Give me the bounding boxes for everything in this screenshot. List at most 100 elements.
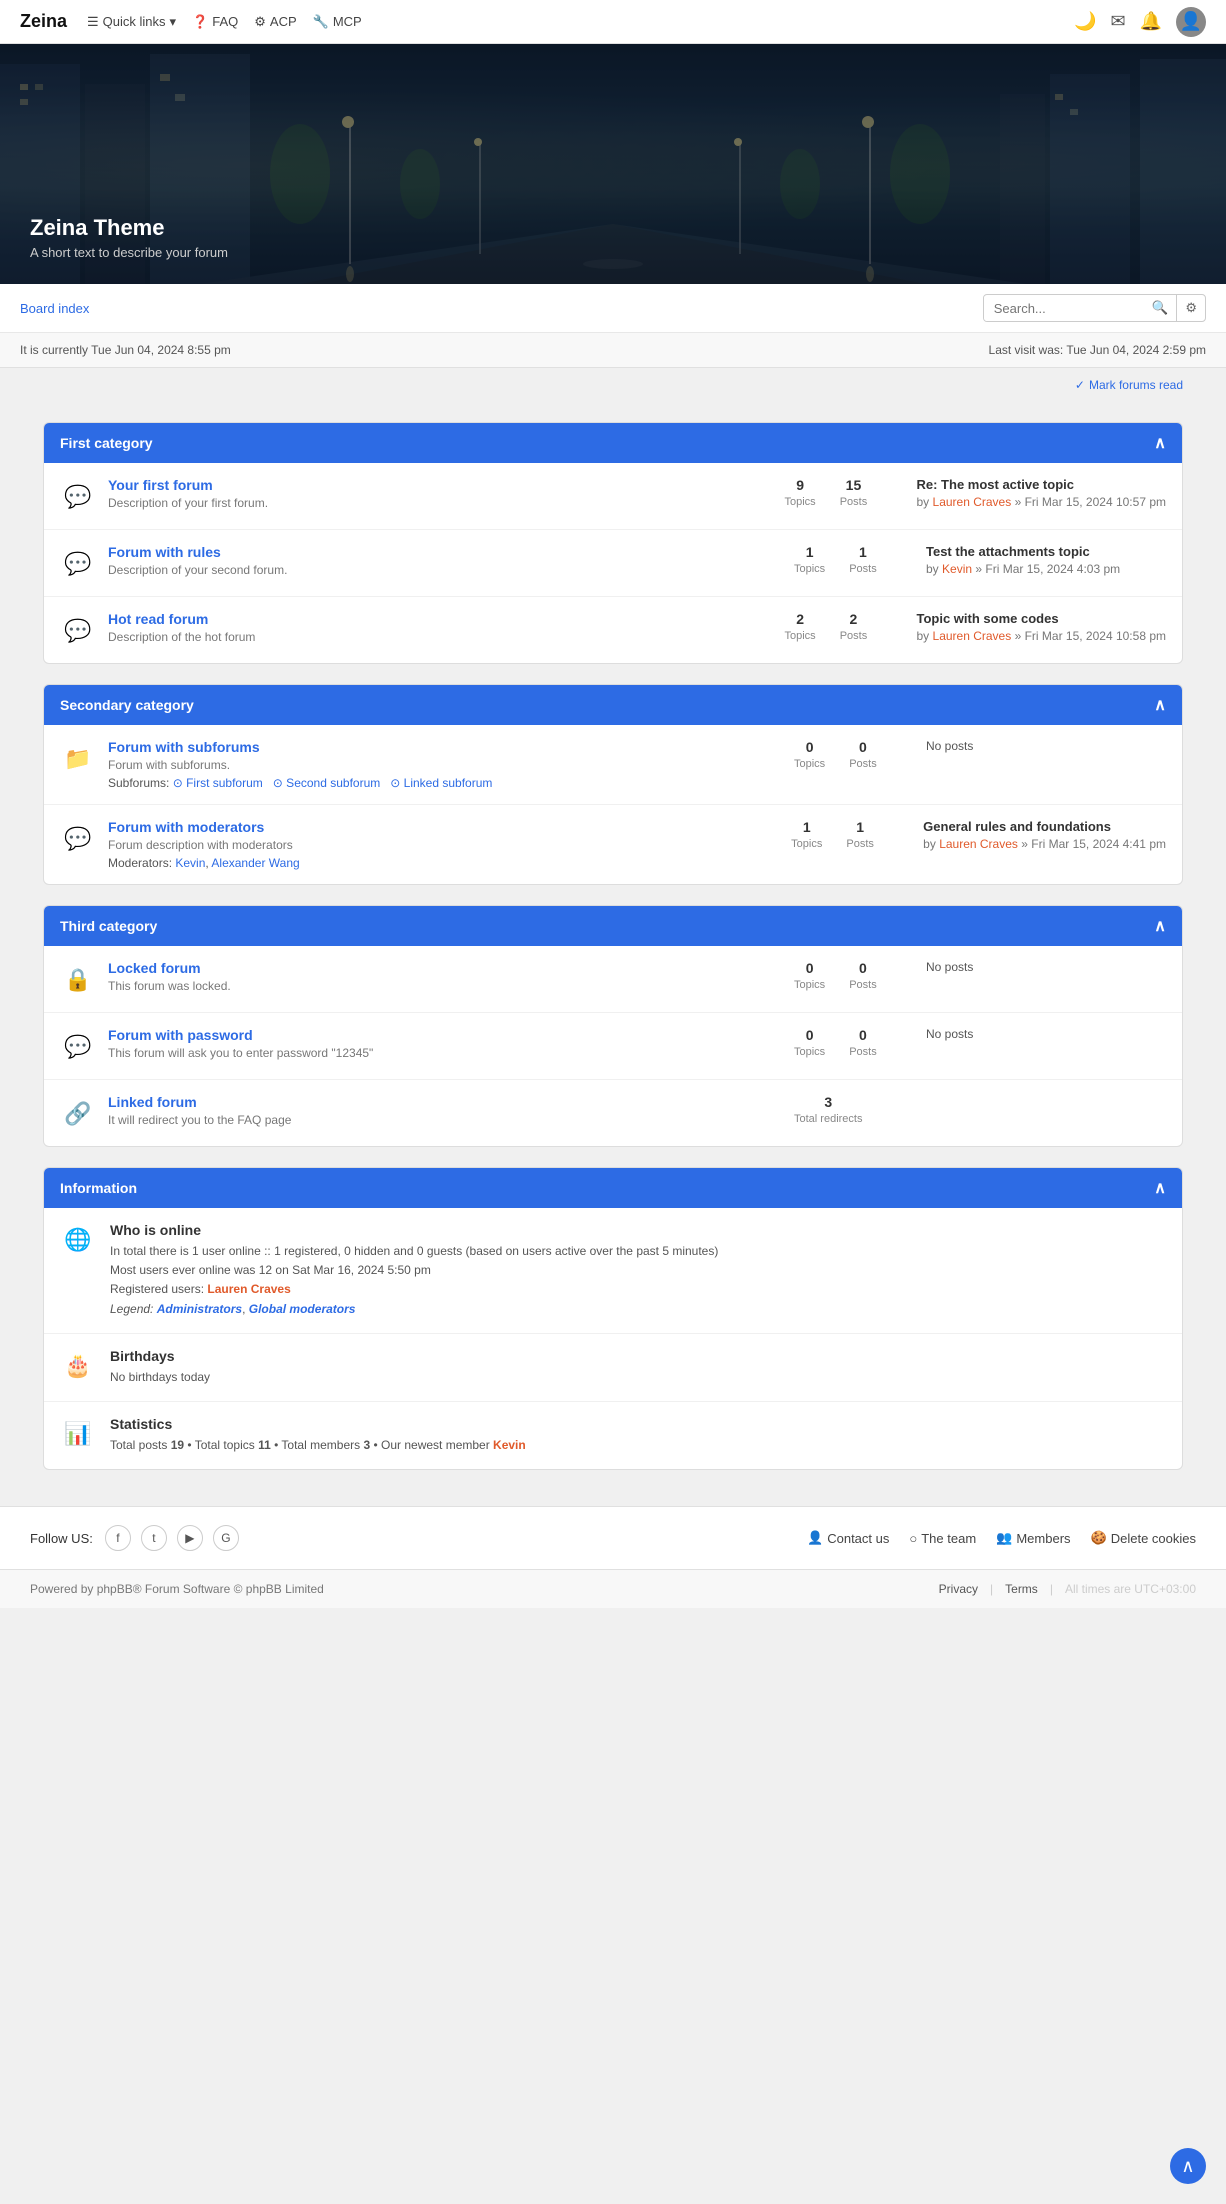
category-header-information[interactable]: Information ∧ bbox=[44, 1168, 1182, 1208]
search-button[interactable]: 🔍 bbox=[1144, 295, 1177, 321]
delete-cookies-link[interactable]: 🍪 Delete cookies bbox=[1091, 1530, 1196, 1546]
category-collapse-information[interactable]: ∧ bbox=[1154, 1178, 1166, 1198]
forum-stats: 0 Topics 0 Posts bbox=[794, 1027, 914, 1058]
moderator-link-1[interactable]: Kevin bbox=[175, 856, 205, 870]
privacy-link[interactable]: Privacy bbox=[939, 1582, 978, 1596]
forum-name-link[interactable]: Forum with subforums bbox=[108, 739, 260, 755]
posts-label: Posts bbox=[849, 979, 877, 991]
faq-link[interactable]: ❓ FAQ bbox=[192, 14, 238, 30]
forum-name-link[interactable]: Forum with rules bbox=[108, 544, 221, 560]
forum-icon: 📁 bbox=[60, 741, 96, 777]
who-is-online-row: 🌐 Who is online In total there is 1 user… bbox=[44, 1208, 1182, 1334]
forum-name-link[interactable]: Locked forum bbox=[108, 960, 201, 976]
forum-last: No posts bbox=[926, 960, 1166, 974]
twitter-icon[interactable]: t bbox=[141, 1525, 167, 1551]
category-header-first[interactable]: First category ∧ bbox=[44, 423, 1182, 463]
forum-stats: 3 Total redirects bbox=[794, 1094, 914, 1125]
forum-info: Forum with rules Description of your sec… bbox=[108, 544, 782, 577]
last-post-time: » Fri Mar 15, 2024 4:03 pm bbox=[975, 562, 1120, 576]
category-header-secondary[interactable]: Secondary category ∧ bbox=[44, 685, 1182, 725]
forum-desc: Description of the hot forum bbox=[108, 630, 773, 644]
posts-label: Posts bbox=[840, 630, 868, 642]
members-link[interactable]: 👥 Members bbox=[996, 1530, 1070, 1546]
menu-icon: ☰ bbox=[87, 14, 99, 30]
youtube-icon[interactable]: ▶ bbox=[177, 1525, 203, 1551]
forum-icon: 💬 bbox=[60, 1029, 96, 1065]
category-header-third[interactable]: Third category ∧ bbox=[44, 906, 1182, 946]
mod-legend-link[interactable]: Global moderators bbox=[249, 1302, 356, 1316]
last-post-author[interactable]: Lauren Craves bbox=[933, 629, 1012, 643]
newest-member-link[interactable]: Kevin bbox=[493, 1438, 526, 1452]
birthdays-title: Birthdays bbox=[110, 1348, 1166, 1364]
subforum-link-2[interactable]: ⊙ Second subforum bbox=[273, 776, 380, 790]
forum-last: No posts bbox=[926, 1027, 1166, 1041]
avatar[interactable]: 👤 bbox=[1176, 7, 1206, 37]
last-post-title: General rules and foundations bbox=[923, 819, 1166, 834]
admin-legend-link[interactable]: Administrators bbox=[157, 1302, 242, 1316]
total-members: 3 bbox=[363, 1438, 370, 1452]
hero-title: Zeina Theme bbox=[30, 215, 228, 241]
birthdays-desc: No birthdays today bbox=[110, 1368, 1166, 1387]
category-secondary: Secondary category ∧ 📁 Forum with subfor… bbox=[43, 684, 1183, 885]
notifications-icon[interactable]: 🔔 bbox=[1140, 11, 1162, 32]
back-to-top-button[interactable]: ∧ bbox=[1170, 2148, 1206, 2184]
online-icon: 🌐 bbox=[60, 1222, 96, 1258]
chat-icon: 💬 bbox=[64, 618, 91, 644]
google-icon[interactable]: G bbox=[213, 1525, 239, 1551]
birthdays-row: 🎂 Birthdays No birthdays today bbox=[44, 1334, 1182, 1402]
who-is-online-desc: In total there is 1 user online :: 1 reg… bbox=[110, 1242, 1166, 1319]
posts-count: 1 bbox=[849, 544, 877, 560]
topics-count: 9 bbox=[785, 477, 816, 493]
info-right: Last visit was: Tue Jun 04, 2024 2:59 pm bbox=[989, 343, 1206, 357]
footer-bottom: Powered by phpBB® Forum Software © phpBB… bbox=[0, 1569, 1226, 1608]
posts-label: Posts bbox=[849, 1046, 877, 1058]
mcp-link[interactable]: 🔧 MCP bbox=[313, 14, 362, 30]
last-post-author[interactable]: Kevin bbox=[942, 562, 972, 576]
moderator-link-2[interactable]: Alexander Wang bbox=[211, 856, 299, 870]
search-settings-icon[interactable]: ⚙ bbox=[1176, 295, 1205, 321]
chat-icon: 💬 bbox=[64, 484, 91, 510]
forum-desc: Description of your first forum. bbox=[108, 496, 773, 510]
acp-icon: ⚙ bbox=[254, 14, 266, 30]
forum-row: 🔗 Linked forum It will redirect you to t… bbox=[44, 1080, 1182, 1146]
hero-subtitle: A short text to describe your forum bbox=[30, 245, 228, 260]
forum-desc: Description of your second forum. bbox=[108, 563, 782, 577]
forum-desc: This forum will ask you to enter passwor… bbox=[108, 1046, 782, 1060]
quick-links-menu[interactable]: ☰ Quick links ▾ bbox=[87, 14, 176, 30]
subforum-link-3[interactable]: ⊙ Linked subforum bbox=[390, 776, 492, 790]
site-logo[interactable]: Zeina bbox=[20, 11, 67, 32]
acp-link[interactable]: ⚙ ACP bbox=[254, 14, 296, 30]
last-post-author[interactable]: Lauren Craves bbox=[939, 837, 1018, 851]
theme-toggle-icon[interactable]: 🌙 bbox=[1074, 11, 1096, 32]
forum-name-link[interactable]: Forum with password bbox=[108, 1027, 253, 1043]
subforum-link-1[interactable]: ⊙ First subforum bbox=[173, 776, 263, 790]
topics-label: Topics bbox=[785, 496, 816, 508]
forum-name-link[interactable]: Hot read forum bbox=[108, 611, 208, 627]
forum-info: Your first forum Description of your fir… bbox=[108, 477, 773, 510]
forum-name-link[interactable]: Your first forum bbox=[108, 477, 213, 493]
registered-user-link[interactable]: Lauren Craves bbox=[207, 1282, 290, 1296]
forum-name-link[interactable]: Forum with moderators bbox=[108, 819, 264, 835]
topics-stat: 0 Topics bbox=[794, 1027, 825, 1058]
category-collapse-secondary[interactable]: ∧ bbox=[1154, 695, 1166, 715]
terms-link[interactable]: Terms bbox=[1005, 1582, 1038, 1596]
the-team-link[interactable]: ○ The team bbox=[909, 1531, 976, 1546]
contact-us-link[interactable]: 👤 Contact us bbox=[807, 1530, 889, 1546]
facebook-icon[interactable]: f bbox=[105, 1525, 131, 1551]
posts-stat: 0 Posts bbox=[849, 960, 877, 991]
who-is-online-content: Who is online In total there is 1 user o… bbox=[110, 1222, 1166, 1319]
forum-last: No posts bbox=[926, 739, 1166, 753]
forum-name-link[interactable]: Linked forum bbox=[108, 1094, 197, 1110]
mail-icon[interactable]: ✉ bbox=[1110, 11, 1125, 32]
topics-count: 0 bbox=[794, 739, 825, 755]
mark-forums-read-button[interactable]: ✓ Mark forums read bbox=[1075, 378, 1183, 392]
breadcrumb-home[interactable]: Board index bbox=[20, 301, 89, 316]
category-collapse-first[interactable]: ∧ bbox=[1154, 433, 1166, 453]
last-post-author[interactable]: Lauren Craves bbox=[933, 495, 1012, 509]
category-first: First category ∧ 💬 Your first forum Desc… bbox=[43, 422, 1183, 664]
topics-label: Topics bbox=[785, 630, 816, 642]
forum-info: Hot read forum Description of the hot fo… bbox=[108, 611, 773, 644]
search-input[interactable] bbox=[984, 296, 1144, 321]
category-collapse-third[interactable]: ∧ bbox=[1154, 916, 1166, 936]
registered-label: Registered users: bbox=[110, 1282, 204, 1296]
